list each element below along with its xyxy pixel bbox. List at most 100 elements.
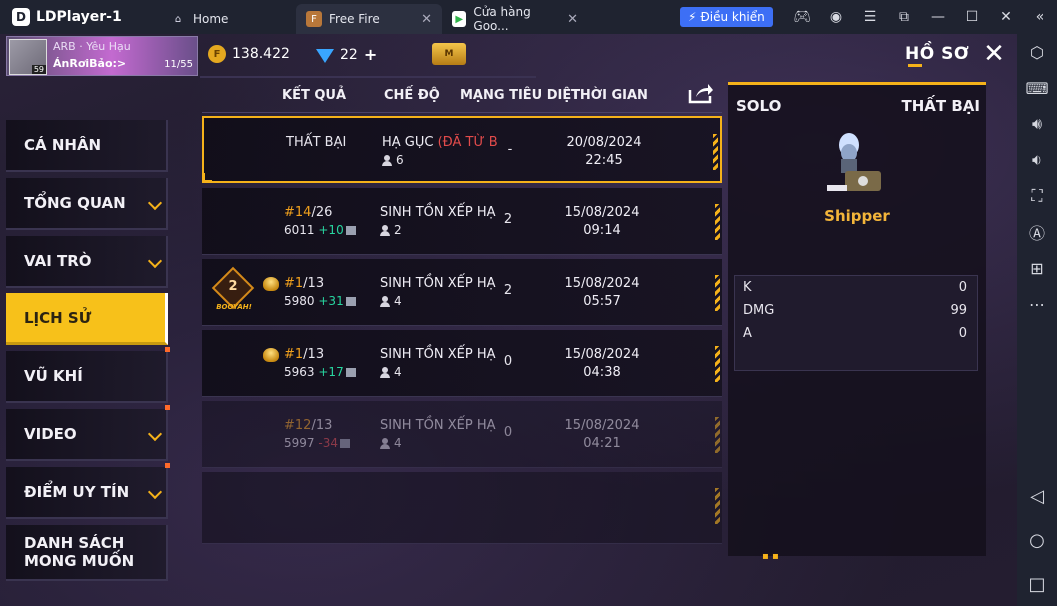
back-icon[interactable]: ◁ xyxy=(1017,474,1057,518)
diamond-display[interactable]: 22 + xyxy=(316,45,377,64)
score-value: 6011 xyxy=(284,223,315,237)
add-app-icon[interactable]: ⊞ xyxy=(1017,250,1057,286)
share-icon[interactable] xyxy=(688,82,714,104)
mode-extra: (ĐÃ TỪ B xyxy=(437,135,498,150)
settings-icon[interactable]: ⬡ xyxy=(1017,34,1057,70)
recent-apps-icon[interactable]: □ xyxy=(1017,562,1057,606)
trophy-icon xyxy=(263,277,279,291)
score-delta: +17 xyxy=(318,365,344,379)
control-button-label: Điều khiển xyxy=(700,10,765,24)
selection-corner xyxy=(202,173,212,183)
row-stripes xyxy=(715,275,720,311)
player-name: ÁnRơiBảo:> xyxy=(53,57,127,70)
match-kills: 2 xyxy=(503,283,513,298)
home-circle-icon[interactable]: ○ xyxy=(1017,518,1057,562)
nav-ca-nhan[interactable]: CÁ NHÂN xyxy=(6,120,168,172)
nav-diem-uy-tin[interactable]: ĐIỂM UY TÍN xyxy=(6,462,170,519)
booyah-badge: 2 BOOYAH! xyxy=(211,266,256,313)
row-stripes xyxy=(715,417,720,453)
trophy-icon xyxy=(263,348,279,362)
nav-label: VIDEO xyxy=(24,424,77,443)
nav-video[interactable]: VIDEO xyxy=(6,404,170,461)
row-stripes xyxy=(715,488,720,524)
rank-badge-icon xyxy=(345,297,356,306)
player-count-value: 4 xyxy=(394,294,402,308)
notification-dot xyxy=(165,404,170,410)
tab-free-fire[interactable]: F Free Fire ✕ xyxy=(296,4,442,34)
more-icon[interactable]: ⋯ xyxy=(1017,286,1057,322)
macro-icon[interactable]: Ⓐ xyxy=(1017,214,1057,250)
match-result: THẤT BẠI xyxy=(286,135,347,150)
player-count: 2 xyxy=(380,223,402,237)
tab-free-fire-label: Free Fire xyxy=(329,12,380,26)
match-kills: - xyxy=(507,142,513,157)
match-row[interactable]: THẤT BẠI HẠ GỤC (ĐÃ TỪ B 6 - 20/08/2024 … xyxy=(202,116,722,183)
nav-vai-tro[interactable]: VAI TRÒ xyxy=(6,235,168,288)
match-date: 15/08/2024 xyxy=(564,347,640,362)
minimize-icon[interactable]: — xyxy=(921,9,955,25)
account-icon[interactable]: ◉ xyxy=(819,9,853,25)
keyboard-icon[interactable]: ⌨ xyxy=(1017,70,1057,106)
person-icon xyxy=(380,295,390,307)
match-row[interactable]: #12/13 5997 -34 SINH TỒN XẾP HẠ 4 0 15/0… xyxy=(202,401,722,468)
close-window-icon[interactable]: ✕ xyxy=(989,9,1023,25)
stat-label: A xyxy=(743,326,752,341)
player-count-value: 2 xyxy=(394,223,402,237)
nav-label: ĐIỂM UY TÍN xyxy=(24,482,130,501)
match-mode: SINH TỒN XẾP HẠ xyxy=(380,205,496,220)
close-icon[interactable]: ✕ xyxy=(982,41,1006,67)
volume-down-icon[interactable]: 🔉︎ xyxy=(1017,142,1057,178)
match-row[interactable]: #1/13 5963 +17 SINH TỒN XẾP HẠ 4 0 15/08… xyxy=(202,330,722,397)
menu-icon[interactable]: ☰ xyxy=(853,9,887,25)
match-rank: #14/26 xyxy=(284,205,332,220)
add-diamond-icon[interactable]: + xyxy=(364,45,377,64)
player-count: 4 xyxy=(380,436,402,450)
stat-row: DMG 99 xyxy=(735,299,977,322)
home-icon: ⌂ xyxy=(174,13,182,25)
match-time: 04:38 xyxy=(583,365,621,380)
nav-danh-sach-mong-muon[interactable]: DANH SÁCH MONG MUỐN xyxy=(6,524,168,581)
match-kills: 0 xyxy=(503,354,513,369)
gamepad-icon[interactable]: 🎮︎ xyxy=(785,9,819,25)
col-header-mode: CHẾ ĐỘ xyxy=(384,88,440,103)
avatar: 59 xyxy=(9,39,47,75)
screenshot-icon[interactable]: ⛶ xyxy=(1017,178,1057,214)
membership-icon[interactable]: M xyxy=(432,43,466,65)
score-value: 5963 xyxy=(284,365,315,379)
booyah-count: 2 xyxy=(228,279,238,294)
app-name: LDPlayer-1 xyxy=(36,9,122,25)
match-row[interactable]: #14/26 6011 +10 SINH TỒN XẾP HẠ 2 2 15/0… xyxy=(202,188,722,255)
match-date: 15/08/2024 xyxy=(564,418,640,433)
empty-match-row xyxy=(202,472,722,544)
row-stripes xyxy=(715,346,720,382)
control-button[interactable]: ⚡ Điều khiển xyxy=(680,7,773,27)
rank-badge-icon xyxy=(339,439,350,448)
nav-tong-quan[interactable]: TỔNG QUAN xyxy=(6,177,168,230)
rank-total: /13 xyxy=(311,418,333,433)
play-store-icon: ▶ xyxy=(452,11,467,27)
title-accent xyxy=(908,64,922,67)
match-rank: #1/13 xyxy=(284,347,324,362)
volume-up-icon[interactable]: 🔊︎ xyxy=(1017,106,1057,142)
rank-total: /26 xyxy=(311,205,333,220)
person-icon xyxy=(380,224,390,236)
nav-vu-khi[interactable]: VŨ KHÍ xyxy=(6,347,170,404)
player-count: 4 xyxy=(380,365,402,379)
profile-banner[interactable]: 59 ARB · Yêu Hạu ÁnRơiBảo:> 11/55 xyxy=(6,36,198,76)
restore-icon[interactable]: ⧉ xyxy=(887,9,921,25)
collapse-icon[interactable]: « xyxy=(1023,9,1057,25)
gold-coin-icon: F xyxy=(208,45,226,63)
rank-position: #12 xyxy=(284,418,312,433)
close-tab-icon[interactable]: ✕ xyxy=(421,12,432,27)
tab-home[interactable]: ⌂ Home xyxy=(160,4,296,34)
col-header-result: KẾT QUẢ xyxy=(282,88,347,103)
match-row[interactable]: 2 BOOYAH! #1/13 5980 +31 SINH TỒN XẾP HẠ… xyxy=(202,259,722,326)
maximize-icon[interactable]: ☐ xyxy=(955,9,989,25)
score-value: 5997 xyxy=(284,436,315,450)
tab-home-label: Home xyxy=(193,12,229,26)
tab-play-store[interactable]: ▶ Cửa hàng Goo... ✕ xyxy=(442,4,588,34)
close-tab-icon[interactable]: ✕ xyxy=(567,12,578,27)
row-stripes xyxy=(713,134,718,170)
free-fire-app-icon: F xyxy=(306,11,322,27)
nav-lich-su[interactable]: LỊCH SỬ xyxy=(6,293,168,346)
